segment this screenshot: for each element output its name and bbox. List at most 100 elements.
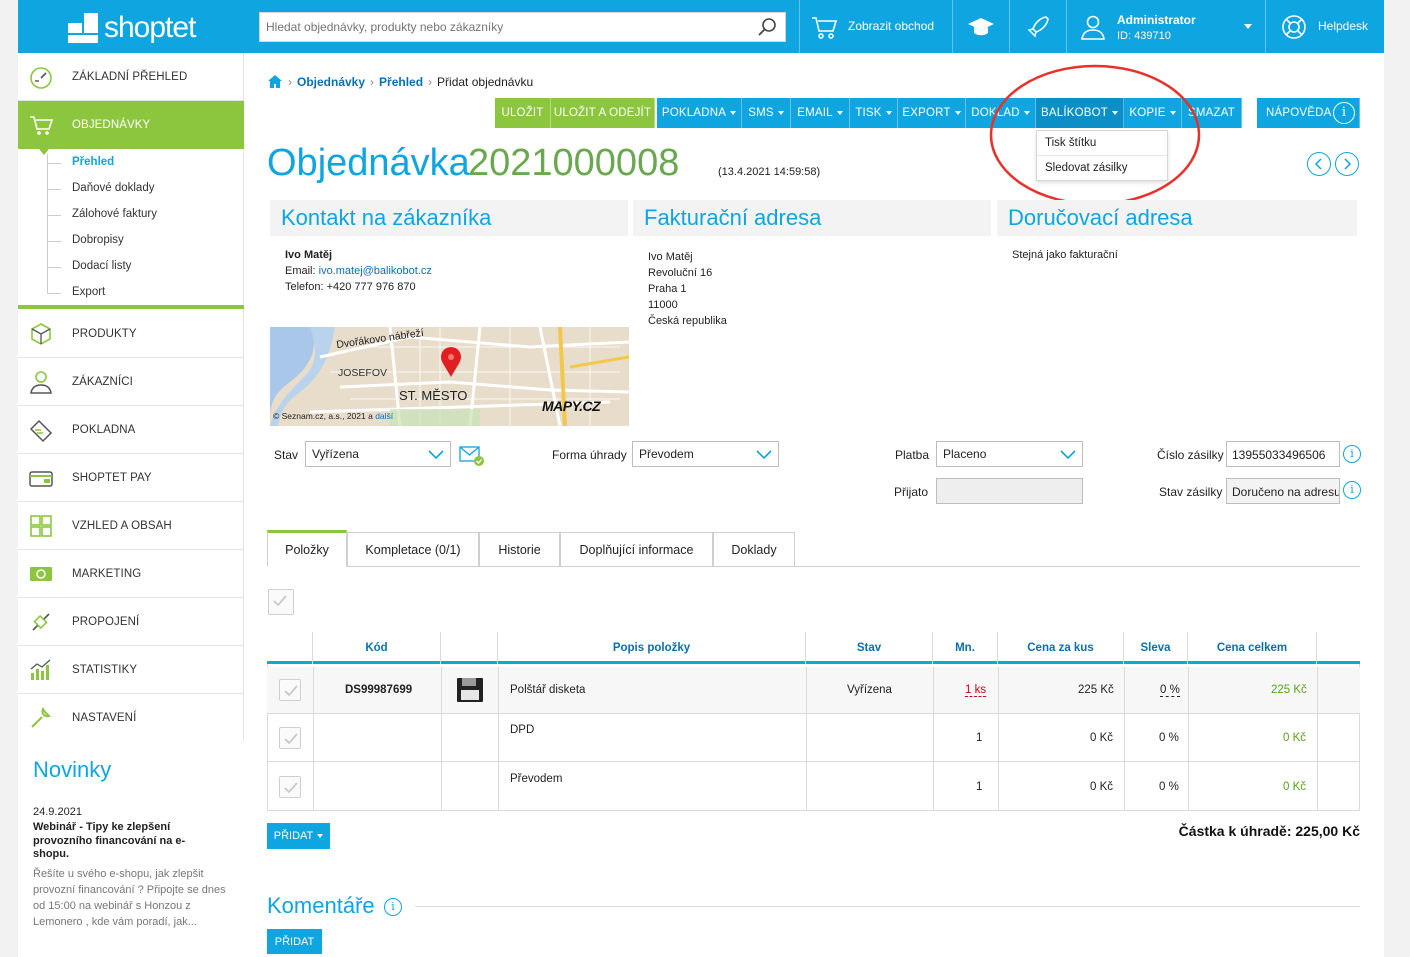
tab-documents[interactable]: Doklady [713, 532, 795, 566]
col-header-description[interactable]: Popis položky [498, 632, 806, 664]
breadcrumb: › Objednávky › Přehled › Přidat objednáv… [267, 74, 533, 89]
mapy-cz-logo[interactable]: MAPY.CZ [542, 398, 601, 414]
tab-additional-info[interactable]: Doplňující informace [560, 532, 713, 566]
sidebar-item-settings[interactable]: NASTAVENÍ [18, 694, 244, 742]
tab-history[interactable]: Historie [479, 532, 560, 566]
tracking-number-input[interactable]: 13955033496506 [1226, 441, 1340, 467]
add-comment-button[interactable]: PŘIDAT [267, 929, 322, 954]
received-input[interactable] [936, 478, 1083, 504]
subnav-item-overview[interactable]: Přehled [72, 156, 114, 168]
info-icon[interactable]: i [1343, 481, 1361, 499]
notifications-button[interactable] [1010, 0, 1066, 53]
pokladna-button[interactable]: POKLADNA [657, 98, 742, 128]
shoptet-logo[interactable]: shoptet [68, 10, 196, 46]
item-discount: 0 % [1159, 781, 1179, 793]
shipment-status-input[interactable]: Doručeno na adresu [1226, 478, 1340, 504]
breadcrumb-orders[interactable]: Objednávky [297, 75, 365, 89]
sidebar-item-register[interactable]: POKLADNA [18, 406, 244, 454]
sidebar-item-marketing[interactable]: MARKETING [18, 550, 244, 598]
save-button[interactable]: ULOŽIT [495, 98, 551, 128]
user-menu[interactable]: Administrator ID: 439710 [1067, 0, 1265, 53]
col-header-discount[interactable]: Sleva [1124, 632, 1188, 664]
previous-order-button[interactable] [1307, 152, 1331, 176]
user-icon [30, 370, 52, 394]
subnav-item-tax-documents[interactable]: Daňové doklady [72, 182, 154, 194]
select-all-checkbox[interactable] [268, 589, 294, 615]
sidebar-item-shoptet-pay[interactable]: SHOPTET PAY [18, 454, 244, 502]
search-box[interactable] [259, 12, 786, 42]
email-button[interactable]: EMAIL [791, 98, 850, 128]
payment-method-select[interactable]: Převodem [632, 441, 779, 467]
caret-down-icon [954, 111, 961, 115]
print-button[interactable]: TISK [850, 98, 898, 128]
col-header-quantity[interactable]: Mn. [933, 632, 998, 664]
save-and-leave-button[interactable]: ULOŽIT A ODEJÍT [551, 98, 655, 128]
email-notify-icon[interactable] [459, 445, 485, 467]
tab-items[interactable]: Položky [267, 530, 347, 567]
sidebar-item-label: SHOPTET PAY [72, 471, 152, 484]
tab-completion[interactable]: Kompletace (0/1) [347, 532, 479, 566]
comments-title: Komentáře [267, 893, 375, 918]
sidebar-item-customers[interactable]: ZÁKAZNÍCI [18, 358, 244, 406]
sidebar-item-label: PROPOJENÍ [72, 615, 140, 628]
item-description-link[interactable]: DPD [510, 724, 534, 736]
sms-button[interactable]: SMS [742, 98, 791, 128]
map-more-link[interactable]: další [375, 411, 393, 421]
tree-tick [47, 267, 61, 268]
sidebar-item-appearance[interactable]: VZHLED A OBSAH [18, 502, 244, 550]
helpdesk-button[interactable]: Helpdesk [1266, 0, 1384, 53]
sidebar-item-overview[interactable]: ZÁKLADNÍ PŘEHLED [18, 53, 244, 101]
col-header-unit-price[interactable]: Cena za kus [998, 632, 1124, 664]
item-quantity[interactable]: 1 ks [965, 684, 987, 697]
subnav-item-delivery-notes[interactable]: Dodací listy [72, 260, 131, 272]
customer-location-map[interactable]: Dvořákovo nábřeží JOSEFOV ST. MĚSTO MAPY… [270, 327, 629, 426]
show-store-label: Zobrazit obchod [848, 19, 935, 33]
export-button[interactable]: EXPORT [898, 98, 966, 128]
payment-status-select[interactable]: Placeno [936, 441, 1083, 467]
subnav-item-advance-invoices[interactable]: Zálohové faktury [72, 208, 157, 220]
subnav-item-export[interactable]: Export [72, 286, 105, 298]
breadcrumb-overview[interactable]: Přehled [379, 75, 423, 89]
item-code-link[interactable]: DS99987699 [345, 684, 412, 696]
row-checkbox[interactable] [279, 679, 301, 701]
item-total: 0 Kč [1283, 781, 1307, 793]
map-pin-icon [441, 347, 461, 377]
info-icon[interactable]: i [384, 898, 402, 916]
export-label: EXPORT [902, 107, 951, 119]
next-order-button[interactable] [1335, 152, 1359, 176]
shoptet-logo-mark-icon [68, 13, 100, 43]
contact-email-link[interactable]: ivo.matej@balikobot.cz [319, 265, 432, 277]
floppy-disk-product-icon[interactable] [455, 675, 485, 705]
show-store-button[interactable]: Zobrazit obchod [800, 0, 952, 53]
item-description-link[interactable]: Převodem [510, 773, 562, 785]
register-icon [29, 419, 53, 442]
col-header-status[interactable]: Stav [806, 632, 933, 664]
map-copyright-text: © Seznam.cz, a.s., 2021 a [273, 411, 373, 421]
outer-background-left [0, 0, 18, 957]
status-select[interactable]: Vyřízena [305, 441, 451, 467]
row-checkbox[interactable] [279, 776, 301, 798]
outer-background-right [1384, 0, 1410, 957]
subnav-item-credit-notes[interactable]: Dobropisy [72, 234, 124, 246]
billing-line: 11000 [648, 299, 678, 311]
chevron-down-icon [1244, 24, 1252, 29]
item-discount[interactable]: 0 % [1160, 684, 1180, 697]
help-button[interactable]: NÁPOVĚDA i [1257, 98, 1360, 128]
sidebar-item-connections[interactable]: PROPOJENÍ [18, 598, 244, 646]
academy-button[interactable] [953, 0, 1009, 53]
item-description-link[interactable]: Polštář disketa [510, 684, 585, 696]
search-input[interactable] [260, 13, 740, 41]
info-icon[interactable]: i [1343, 445, 1361, 463]
add-item-button[interactable]: PŘIDAT [267, 823, 330, 849]
add-item-label: PŘIDAT [273, 830, 314, 842]
sidebar-item-orders[interactable]: OBJEDNÁVKY [18, 101, 244, 149]
news-headline[interactable]: Webinář - Tipy ke zlepšení provozního fi… [33, 821, 203, 862]
search-icon[interactable] [757, 17, 777, 37]
tabs-baseline [267, 566, 1360, 567]
row-checkbox[interactable] [279, 727, 301, 749]
col-header-total[interactable]: Cena celkem [1188, 632, 1317, 664]
sidebar-item-statistics[interactable]: STATISTIKY [18, 646, 244, 694]
col-header-code[interactable]: Kód [313, 632, 441, 664]
sidebar-item-products[interactable]: PRODUKTY [18, 310, 244, 358]
home-icon[interactable] [267, 74, 283, 89]
